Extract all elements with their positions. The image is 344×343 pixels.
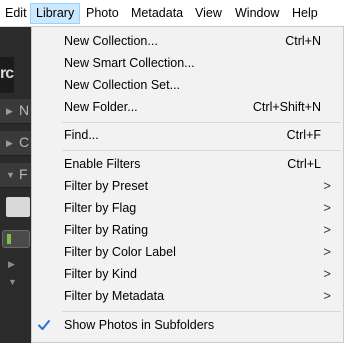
folder-search-field[interactable]	[6, 197, 30, 217]
menu-item-show-photos-in-subfolders[interactable]: Show Photos in Subfolders	[32, 314, 343, 336]
menu-library[interactable]: Library	[30, 3, 81, 24]
menu-view[interactable]: View	[190, 3, 227, 24]
navigator-panel-header[interactable]: ▶ N	[0, 99, 32, 124]
submenu-arrow-icon: >	[323, 222, 331, 237]
menu-item-label: Filter by Rating	[64, 223, 149, 237]
submenu-arrow-icon: >	[323, 288, 331, 303]
menu-item-label: Find...	[64, 128, 99, 142]
submenu-arrow-icon: >	[323, 200, 331, 215]
menu-item-shortcut: Ctrl+Shift+N	[252, 100, 321, 114]
menu-item-filter-by-preset[interactable]: Filter by Preset >	[32, 175, 343, 197]
menu-metadata[interactable]: Metadata	[126, 3, 188, 24]
menu-item-label: New Smart Collection...	[64, 56, 195, 70]
panel-letter: C	[19, 134, 30, 150]
tree-expand-icon[interactable]: ▶	[8, 259, 15, 270]
menu-item-shortcut: Ctrl+N	[285, 34, 321, 48]
menu-item-label: Filter by Kind	[64, 267, 137, 281]
menu-item-filter-by-color-label[interactable]: Filter by Color Label >	[32, 241, 343, 263]
volume-status-light	[7, 234, 11, 244]
submenu-arrow-icon: >	[323, 178, 331, 193]
volume-indicator[interactable]	[2, 230, 30, 248]
menu-item-enable-filters[interactable]: Enable Filters Ctrl+L	[32, 153, 343, 175]
menu-item-label: New Collection Set...	[64, 78, 181, 92]
menu-item-label: Filter by Metadata	[64, 289, 165, 303]
menu-item-shortcut: Ctrl+L	[287, 157, 321, 171]
app-logo-text: rc	[0, 65, 14, 82]
menu-item-filter-by-flag[interactable]: Filter by Flag >	[32, 197, 343, 219]
menu-item-filter-by-metadata[interactable]: Filter by Metadata >	[32, 285, 343, 307]
menu-item-new-collection[interactable]: New Collection... Ctrl+N	[32, 30, 343, 52]
menu-item-label: Filter by Flag	[64, 201, 137, 215]
menu-item-new-smart-collection[interactable]: New Smart Collection...	[32, 52, 343, 74]
menu-photo[interactable]: Photo	[81, 3, 124, 24]
folders-panel-header[interactable]: ▼ F	[0, 163, 32, 188]
menu-item-label: New Collection...	[64, 34, 158, 48]
menu-help[interactable]: Help	[287, 3, 323, 24]
menu-separator	[62, 122, 341, 123]
app-logo: rc	[0, 57, 14, 93]
menu-separator	[62, 150, 341, 151]
submenu-arrow-icon: >	[323, 244, 331, 259]
panel-letter: F	[19, 166, 28, 182]
submenu-arrow-icon: >	[323, 266, 331, 281]
menu-item-label: Enable Filters	[64, 157, 141, 171]
menu-item-filter-by-kind[interactable]: Filter by Kind >	[32, 263, 343, 285]
menu-edit[interactable]: Edit	[0, 3, 32, 24]
menu-window[interactable]: Window	[230, 3, 284, 24]
checkmark-icon	[38, 320, 50, 330]
tree-collapse-icon[interactable]: ▼	[8, 277, 17, 287]
menu-item-label: Filter by Color Label	[64, 245, 176, 259]
menu-item-label: Show Photos in Subfolders	[64, 318, 215, 332]
menu-separator	[62, 311, 341, 312]
menu-item-label: Filter by Preset	[64, 179, 149, 193]
menu-item-label: New Folder...	[64, 100, 138, 114]
library-menu-dropdown: New Collection... Ctrl+N New Smart Colle…	[31, 26, 344, 343]
panel-letter: N	[19, 102, 30, 118]
menu-item-filter-by-rating[interactable]: Filter by Rating >	[32, 219, 343, 241]
expand-triangle-icon: ▶	[6, 106, 13, 116]
collections-panel-header[interactable]: ▶ C	[0, 131, 32, 156]
collapse-triangle-icon: ▼	[6, 170, 15, 180]
menu-item-shortcut: Ctrl+F	[286, 128, 321, 142]
expand-triangle-icon: ▶	[6, 138, 13, 148]
menu-bar: Edit Library Photo Metadata View Window …	[0, 0, 344, 27]
menu-item-new-folder[interactable]: New Folder... Ctrl+Shift+N	[32, 96, 343, 118]
menu-item-find[interactable]: Find... Ctrl+F	[32, 124, 343, 146]
menu-item-new-collection-set[interactable]: New Collection Set...	[32, 74, 343, 96]
